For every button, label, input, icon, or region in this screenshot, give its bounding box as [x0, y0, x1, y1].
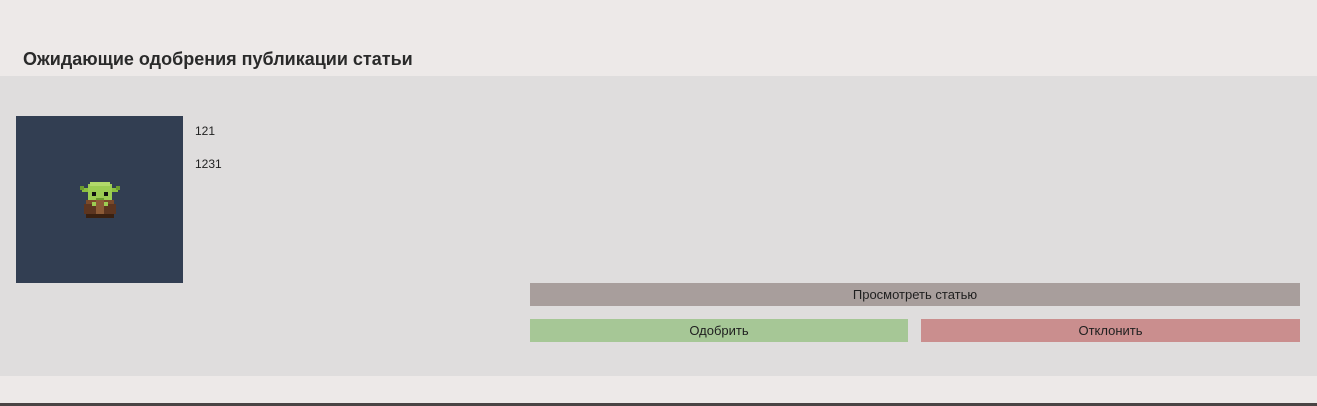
pending-article-card: 121 1231 Просмотреть статью Одобрить Отк…: [0, 76, 1317, 376]
baby-yoda-pixel-icon: [79, 181, 120, 218]
page-title: Ожидающие одобрения публикации статьи: [23, 49, 413, 69]
view-article-button[interactable]: Просмотреть статью: [530, 283, 1300, 306]
article-description: 1231: [195, 157, 222, 171]
reject-button[interactable]: Отклонить: [921, 319, 1300, 342]
article-thumbnail: [16, 116, 183, 283]
approve-button[interactable]: Одобрить: [530, 319, 908, 342]
article-title: 121: [195, 124, 216, 138]
